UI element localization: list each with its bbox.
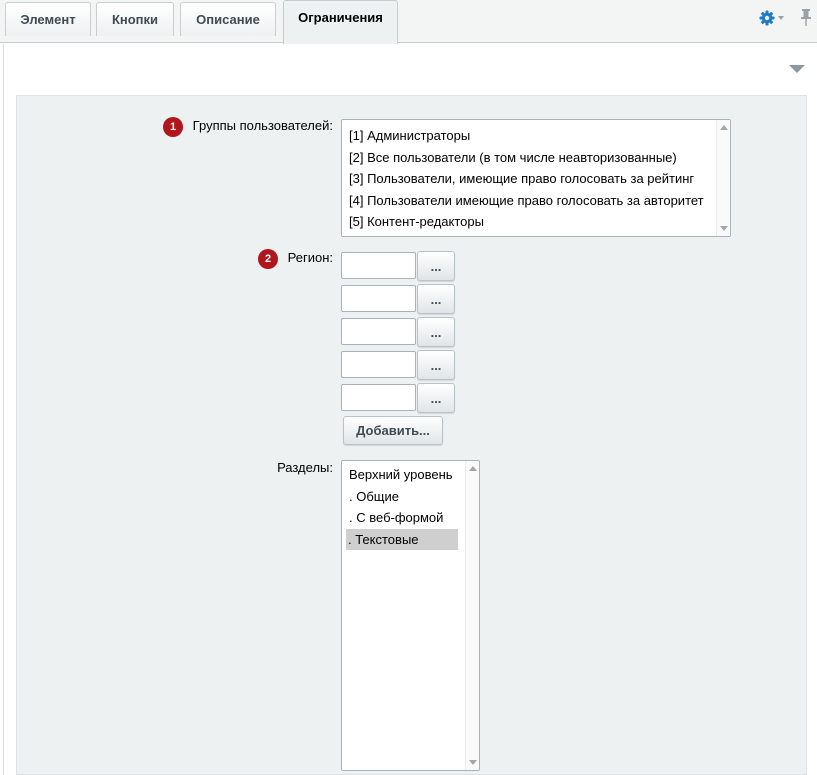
- user-group-option[interactable]: [1] Администраторы: [342, 125, 730, 147]
- collapse-arrow-icon[interactable]: [789, 65, 805, 73]
- scroll-up-icon[interactable]: [720, 125, 728, 130]
- scroll-up-icon[interactable]: [469, 466, 477, 471]
- region-browse-button-5[interactable]: ...: [417, 383, 455, 413]
- region-input-4[interactable]: [341, 351, 416, 378]
- region-browse-button-1[interactable]: ...: [417, 251, 455, 281]
- user-groups-scrollbar[interactable]: [716, 120, 730, 236]
- tab-element[interactable]: Элемент: [5, 2, 91, 36]
- settings-menu-button[interactable]: [759, 9, 789, 27]
- sections-scrollbar[interactable]: [465, 461, 479, 770]
- tab-buttons[interactable]: Кнопки: [96, 2, 174, 36]
- region-browse-button-4[interactable]: ...: [417, 350, 455, 380]
- user-groups-select[interactable]: [1] Администраторы [2] Все пользователи …: [341, 119, 731, 237]
- step-badge-2: 2: [258, 249, 278, 269]
- section-option[interactable]: . С веб-формой: [342, 507, 459, 529]
- region-input-3[interactable]: [341, 318, 416, 345]
- tab-restrictions[interactable]: Ограничения: [283, 0, 398, 44]
- section-option[interactable]: Верхний уровень: [342, 464, 459, 486]
- section-option-selected[interactable]: . Текстовые: [346, 528, 458, 550]
- tab-description[interactable]: Описание: [180, 2, 276, 36]
- section-option[interactable]: . Общие: [342, 486, 459, 508]
- region-browse-button-2[interactable]: ...: [417, 284, 455, 314]
- region-input-1[interactable]: [341, 252, 416, 279]
- chevron-down-icon: [778, 16, 784, 20]
- add-region-button[interactable]: Добавить...: [343, 416, 443, 445]
- sections-label: Разделы:: [277, 460, 333, 475]
- step-badge-1: 1: [163, 117, 183, 137]
- sections-select[interactable]: Верхний уровень . Общие . С веб-формой .…: [341, 460, 480, 771]
- user-group-option[interactable]: [2] Все пользователи (в том числе неавто…: [342, 147, 730, 169]
- region-label: Регион:: [287, 250, 333, 265]
- scroll-down-icon[interactable]: [469, 760, 477, 765]
- tab-bar: Элемент Кнопки Описание Ограничения: [0, 0, 817, 44]
- user-group-option[interactable]: [5] Контент-редакторы: [342, 211, 730, 233]
- region-input-5[interactable]: [341, 384, 416, 411]
- scroll-down-icon[interactable]: [720, 226, 728, 231]
- user-group-option[interactable]: [3] Пользователи, имеющие право голосова…: [342, 168, 730, 190]
- user-groups-label: Группы пользователей:: [192, 118, 333, 133]
- region-browse-button-3[interactable]: ...: [417, 317, 455, 347]
- user-group-option[interactable]: [4] Пользователи имеющие право голосоват…: [342, 190, 730, 212]
- pin-icon: [801, 9, 811, 26]
- pin-button[interactable]: [800, 9, 814, 27]
- region-input-2[interactable]: [341, 285, 416, 312]
- gear-icon: [759, 10, 775, 26]
